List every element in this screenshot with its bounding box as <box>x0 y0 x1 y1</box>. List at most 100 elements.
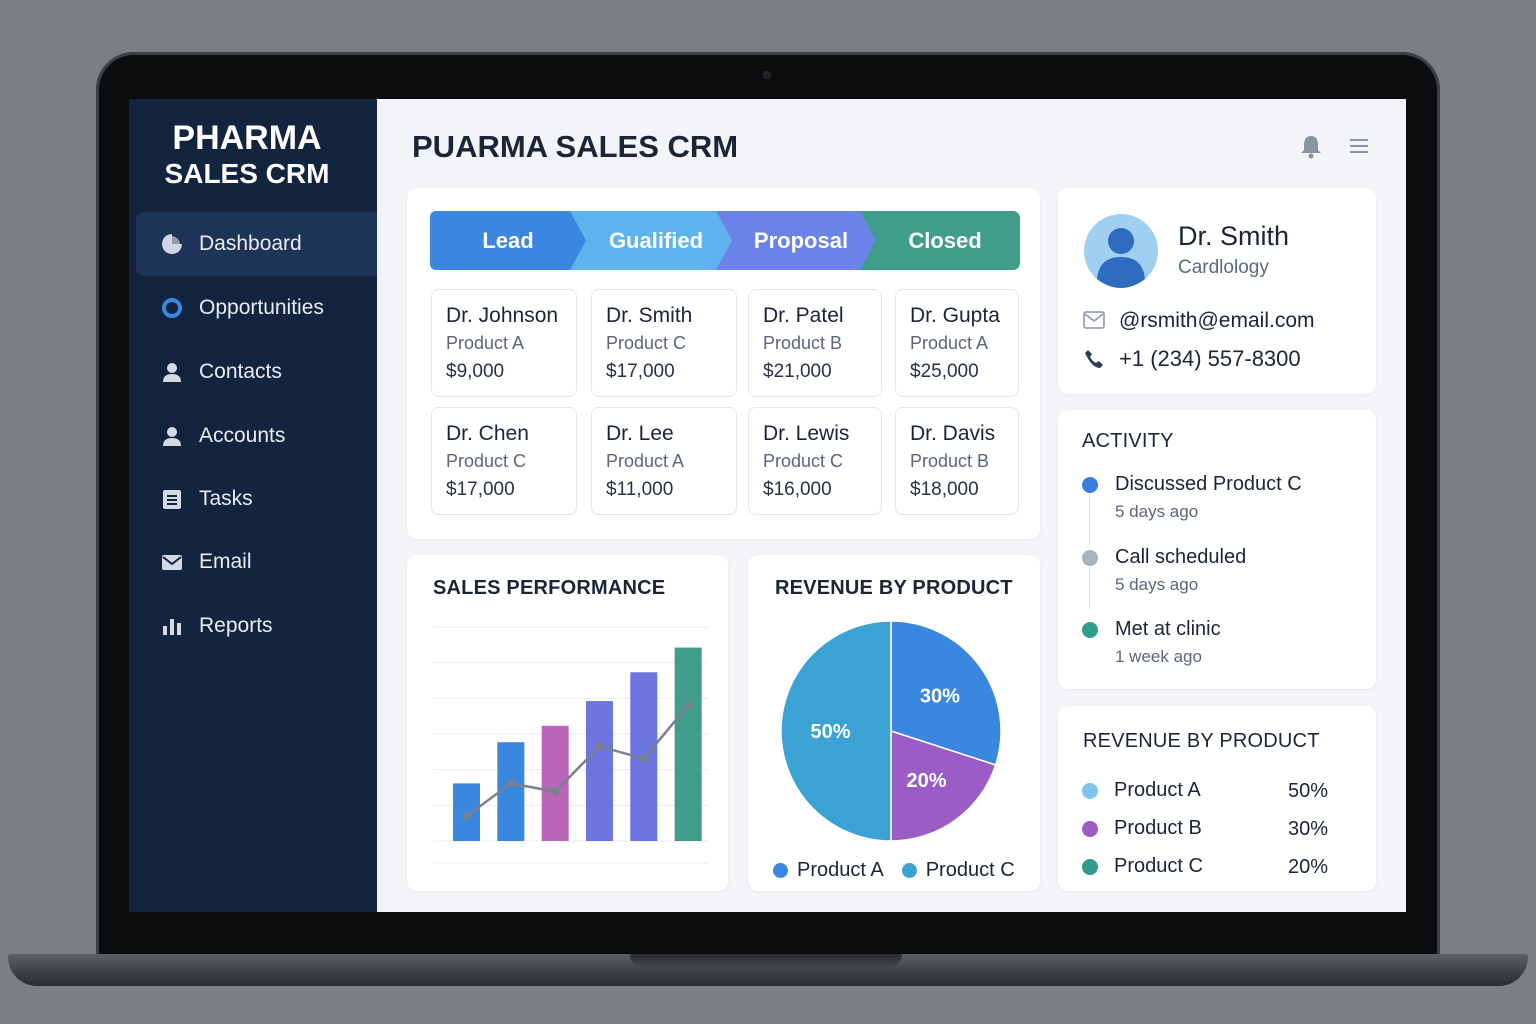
legend-swatch <box>901 863 917 878</box>
bar-chart-icon <box>160 614 184 638</box>
trend-point <box>684 701 693 710</box>
deal-amount: $11,000 <box>606 479 674 500</box>
stage-proposal[interactable]: Proposal <box>726 211 876 270</box>
deal-amount: $17,000 <box>606 361 675 382</box>
sidebar-item-contacts[interactable]: Contacts <box>136 340 377 404</box>
sales-performance-chart <box>433 626 709 864</box>
revenue-pct: 50% <box>1288 780 1329 802</box>
contact-specialty: Cardlology <box>1178 257 1269 278</box>
deal-card[interactable]: Dr. Lee Product A $11,000 <box>591 407 737 515</box>
activity-dot <box>1082 622 1098 638</box>
deal-card[interactable]: Dr. Gupta Product A $25,000 <box>895 289 1019 397</box>
legend-swatch <box>773 863 788 878</box>
deal-card[interactable]: Dr. Johnson Product A $9,000 <box>431 289 577 397</box>
sidebar-item-accounts[interactable]: Accounts <box>136 404 377 468</box>
activity-time: 5 days ago <box>1115 575 1199 594</box>
contact-phone[interactable]: +1 (234) 557-8300 <box>1119 346 1301 372</box>
sidebar-item-opportunities[interactable]: Opportunities <box>136 276 377 340</box>
bar <box>586 701 613 841</box>
brand-logo: PHARMA SALES CRM <box>129 121 365 191</box>
trend-point <box>595 742 604 751</box>
trend-point <box>551 787 560 796</box>
deal-product: Product B <box>910 451 990 471</box>
stage-closed[interactable]: Closed <box>870 211 1020 270</box>
revenue-pie-chart: 30% 20% 50% <box>780 620 1002 842</box>
deal-product: Product C <box>763 451 844 471</box>
person-icon <box>160 424 184 448</box>
sidebar-item-email[interactable]: Email <box>136 530 377 594</box>
revenue-pct: 30% <box>1288 818 1329 840</box>
trend-point <box>506 779 515 788</box>
deal-amount: $25,000 <box>910 361 979 382</box>
revenue-list-title: REVENUE BY PRODUCT <box>1083 730 1320 752</box>
deal-card[interactable]: Dr. Patel Product B $21,000 <box>748 289 882 397</box>
activity-text: Call scheduled <box>1115 546 1247 568</box>
sidebar-item-label: Contacts <box>199 360 282 383</box>
revenue-product: Product A <box>1114 779 1201 801</box>
laptop-bezel-chin <box>127 912 1407 954</box>
pie-slice-label: 30% <box>920 685 960 707</box>
pie-slice-label: 50% <box>810 721 850 743</box>
legend-label: Product C <box>925 859 1015 881</box>
sidebar-item-reports[interactable]: Reports <box>136 594 377 658</box>
pie-slice-label: 20% <box>907 770 947 792</box>
ring-icon <box>160 296 184 320</box>
clipboard-icon <box>160 487 184 511</box>
bar <box>674 647 702 841</box>
menu-icon[interactable] <box>1346 133 1372 159</box>
sidebar-item-label: Opportunities <box>199 296 324 319</box>
sidebar-item-label: Accounts <box>199 424 286 447</box>
sidebar-item-label: Reports <box>199 614 273 637</box>
deal-name: Dr. Davis <box>910 422 996 445</box>
deal-card[interactable]: Dr. Davis Product B $18,000 <box>895 407 1019 515</box>
pie-icon <box>160 232 184 256</box>
deal-name: Dr. Patel <box>763 304 844 327</box>
bell-icon[interactable] <box>1298 133 1324 159</box>
sales-performance-title: SALES PERFORMANCE <box>433 577 666 599</box>
legend-swatch <box>1082 859 1098 875</box>
trend-point <box>639 754 648 763</box>
contact-email[interactable]: @rsmith@email.com <box>1119 309 1315 333</box>
deal-name: Dr. Johnson <box>446 304 559 327</box>
activity-time: 5 days ago <box>1115 502 1199 521</box>
legend-swatch <box>1082 821 1098 837</box>
laptop-notch <box>630 954 902 968</box>
sidebar-item-label: Email <box>199 550 252 573</box>
deal-name: Dr. Chen <box>446 422 529 445</box>
deal-name: Dr. Gupta <box>910 304 1000 327</box>
deal-amount: $18,000 <box>910 479 979 500</box>
activity-dot <box>1082 477 1098 493</box>
deal-name: Dr. Lewis <box>763 422 850 445</box>
activity-text: Met at clinic <box>1115 618 1221 640</box>
envelope-icon <box>1083 311 1105 329</box>
revenue-product: Product B <box>1114 817 1202 839</box>
activity-title: ACTIVITY <box>1082 430 1174 452</box>
sidebar-item-tasks[interactable]: Tasks <box>136 467 377 531</box>
sidebar-item-label: Tasks <box>199 487 253 510</box>
page-title: PUARMA SALES CRM <box>412 129 739 164</box>
activity-text: Discussed Product C <box>1115 473 1302 495</box>
contact-name: Dr. Smith <box>1178 221 1290 251</box>
deal-product: Product A <box>446 333 525 353</box>
deal-card[interactable]: Dr. Chen Product C $17,000 <box>431 407 577 515</box>
deal-amount: $21,000 <box>763 361 832 382</box>
webcam <box>763 71 771 79</box>
deal-card[interactable]: Dr. Smith Product C $17,000 <box>591 289 737 397</box>
timeline-line <box>1089 494 1090 544</box>
sidebar-item-label: Dashboard <box>199 232 302 255</box>
deal-name: Dr. Smith <box>606 304 693 327</box>
deal-amount: $16,000 <box>763 479 832 500</box>
legend-swatch <box>1082 783 1098 799</box>
bar <box>453 783 480 841</box>
deal-amount: $9,000 <box>446 361 505 382</box>
revenue-pct: 20% <box>1288 856 1329 878</box>
stage-lead[interactable]: Lead <box>430 211 586 270</box>
deal-product: Product C <box>606 333 687 353</box>
avatar <box>1084 214 1158 288</box>
person-icon <box>160 360 184 384</box>
stage-qualified[interactable]: Gualified <box>580 211 732 270</box>
deal-card[interactable]: Dr. Lewis Product C $16,000 <box>748 407 882 515</box>
envelope-icon <box>160 550 184 574</box>
sidebar-item-dashboard[interactable]: Dashboard <box>136 212 377 276</box>
pie-legend: Product A Product C <box>773 859 1015 882</box>
